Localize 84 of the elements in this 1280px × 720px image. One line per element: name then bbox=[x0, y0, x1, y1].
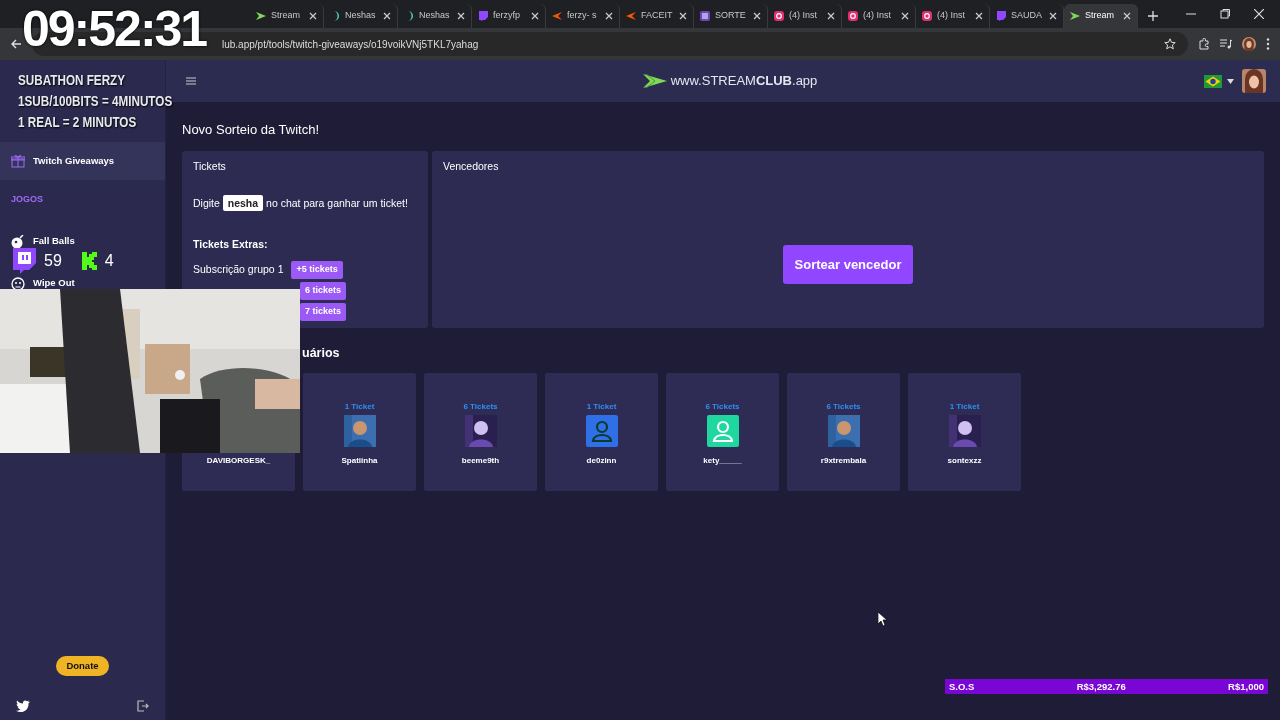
ticket-count: 1 Ticket bbox=[949, 401, 980, 413]
sidebar-item[interactable]: Wipe Out bbox=[0, 276, 165, 291]
extra-label: Subscrição grupo 1 bbox=[193, 261, 284, 277]
bird-icon[interactable] bbox=[16, 700, 30, 712]
bomb-icon bbox=[11, 234, 25, 249]
close-icon[interactable] bbox=[309, 12, 317, 20]
goal-label: S.O.S bbox=[949, 680, 975, 694]
back-icon[interactable] bbox=[10, 38, 22, 50]
faceit-icon bbox=[552, 11, 562, 21]
viewer-count: 4 bbox=[104, 251, 114, 271]
subathon-text: 1 REAL = 2 MINUTOS bbox=[18, 112, 137, 132]
section-heading: JOGOS bbox=[10, 193, 44, 206]
goal-target: R$1,000 bbox=[1228, 680, 1264, 694]
kick-icon bbox=[81, 252, 97, 270]
instagram-icon bbox=[848, 11, 858, 21]
close-icon[interactable] bbox=[605, 12, 613, 20]
browser-tab[interactable]: Stream bbox=[1064, 4, 1138, 28]
user-avatar-icon bbox=[706, 415, 739, 447]
card-title: Tickets bbox=[193, 159, 227, 174]
subathon-text: 1SUB/100BITS = 4MINUTOS bbox=[18, 91, 173, 111]
instruction-text: Digite nesha no chat para ganhar um ticket! bbox=[193, 195, 409, 212]
sidebar-item[interactable]: Twitch Giveaways bbox=[0, 142, 165, 180]
user-name: DAVIBORGESK_ bbox=[206, 455, 271, 467]
close-icon[interactable] bbox=[679, 12, 687, 20]
new-tab-icon[interactable] bbox=[1148, 11, 1158, 21]
twitch-icon bbox=[478, 11, 488, 21]
logo-text: www.STREAMCLUB.app bbox=[670, 72, 818, 91]
page-title: Novo Sorteio da Twitch! bbox=[182, 122, 321, 137]
restore-icon[interactable] bbox=[1220, 9, 1230, 19]
subathon-text: SUBATHON FERZY bbox=[18, 70, 126, 90]
face-icon bbox=[11, 276, 25, 291]
ticket-count: 1 Ticket bbox=[586, 401, 617, 413]
card-title: Vencedores bbox=[443, 159, 500, 174]
close-icon[interactable] bbox=[383, 12, 391, 20]
caret-icon[interactable] bbox=[1227, 78, 1234, 84]
close-icon[interactable] bbox=[1049, 12, 1057, 20]
ticket-count: 1 Ticket bbox=[344, 401, 375, 413]
menu-icon[interactable] bbox=[186, 77, 196, 85]
media-icon[interactable] bbox=[1220, 38, 1232, 50]
ticket-count: 6 Tickets bbox=[705, 401, 740, 413]
user-name: Spatiinha bbox=[341, 455, 378, 467]
ticket-badge: 7 tickets bbox=[300, 303, 347, 321]
extras-title: Tickets Extras: bbox=[193, 236, 269, 252]
brazil-flag-icon[interactable] bbox=[1204, 74, 1222, 88]
more-icon[interactable] bbox=[1266, 38, 1270, 50]
puzzle-icon[interactable] bbox=[1198, 38, 1210, 50]
twitch-icon bbox=[12, 248, 36, 274]
instagram-icon bbox=[922, 11, 932, 21]
arrow-logo-icon bbox=[642, 72, 667, 90]
ticket-count: 6 Tickets bbox=[826, 401, 861, 413]
donate-button[interactable]: Donate bbox=[56, 655, 109, 676]
instagram-icon bbox=[774, 11, 784, 21]
ticket-badge: 6 tickets bbox=[300, 282, 347, 300]
gift-icon bbox=[11, 154, 25, 168]
ticket-badge: +5 tickets bbox=[291, 261, 343, 279]
cursor-icon bbox=[878, 612, 888, 626]
goal-current: R$3,292.76 bbox=[1076, 680, 1126, 694]
twitch-icon bbox=[996, 11, 1006, 21]
close-icon[interactable] bbox=[531, 12, 539, 20]
list-icon bbox=[700, 11, 710, 21]
user-avatar-icon bbox=[585, 415, 618, 447]
url-text: lub.app/pt/tools/twitch-giveaways/o19voikVNj5TKL7yahag bbox=[222, 37, 479, 52]
close-icon[interactable] bbox=[1254, 9, 1264, 19]
logout-icon[interactable] bbox=[137, 700, 149, 712]
close-icon[interactable] bbox=[901, 12, 909, 20]
user-name: r9xtrembala bbox=[820, 455, 867, 467]
star-icon[interactable] bbox=[1164, 38, 1176, 50]
close-icon[interactable] bbox=[1123, 12, 1131, 20]
close-icon[interactable] bbox=[753, 12, 761, 20]
user-name: sontexzz bbox=[947, 455, 982, 467]
arrow-logo-icon bbox=[1070, 11, 1080, 21]
arrow-logo-icon bbox=[256, 11, 266, 21]
draw-winner-button[interactable]: Sortear vencedor bbox=[782, 244, 914, 285]
close-icon[interactable] bbox=[975, 12, 983, 20]
viewer-count: 59 bbox=[44, 251, 62, 271]
close-icon[interactable] bbox=[457, 12, 465, 20]
sidebar-item[interactable]: Fall Balls bbox=[0, 234, 165, 249]
user-name: beeme9th bbox=[461, 455, 500, 467]
faceit-icon bbox=[626, 11, 636, 21]
user-name: kety_____ bbox=[703, 455, 742, 467]
close-icon[interactable] bbox=[827, 12, 835, 20]
ticket-count: 6 Tickets bbox=[463, 401, 498, 413]
section-title: uários bbox=[302, 346, 341, 361]
user-name: de0zinn bbox=[586, 455, 617, 467]
